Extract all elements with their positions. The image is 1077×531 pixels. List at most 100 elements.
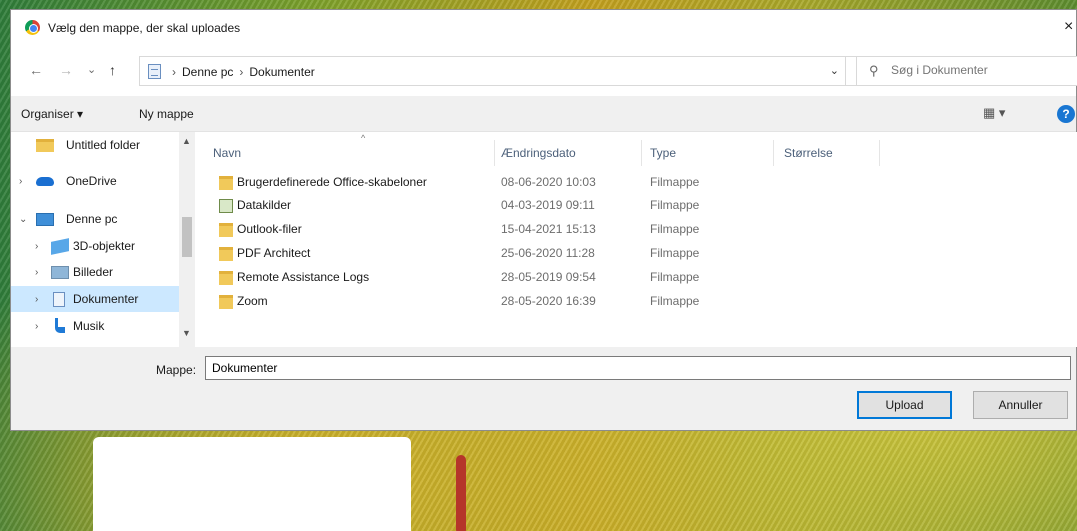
file-name: Remote Assistance Logs	[237, 270, 370, 284]
file-type: Filmappe	[650, 270, 700, 284]
file-date: 28-05-2019 09:54	[501, 270, 596, 284]
column-header-date[interactable]: Ændringsdato	[501, 146, 576, 160]
nav-item-label: Denne pc	[66, 212, 118, 226]
nav-item-pictures[interactable]: › Billeder	[11, 259, 179, 285]
file-name: Brugerdefinerede Office-skabeloner	[237, 175, 427, 189]
file-row[interactable]: Brugerdefinerede Office-skabeloner 08-06…	[195, 173, 895, 197]
expand-chevron-icon[interactable]: ›	[19, 176, 22, 187]
column-header-size[interactable]: Størrelse	[784, 146, 833, 160]
folder-icon	[219, 223, 233, 237]
up-arrow-icon[interactable]: ↑	[109, 62, 116, 78]
nav-pane-scrollbar[interactable]: ▲ ▼	[179, 132, 195, 347]
expand-chevron-icon[interactable]: ›	[35, 241, 38, 252]
file-name: Datakilder	[237, 198, 292, 212]
file-date: 15-04-2021 15:13	[501, 222, 596, 236]
expand-chevron-icon[interactable]: ›	[35, 267, 38, 278]
folder-picker-dialog: Vælg den mappe, der skal uploades × ← → …	[10, 9, 1077, 431]
documents-icon	[53, 292, 65, 307]
scroll-down-arrow-icon[interactable]: ▼	[182, 328, 191, 338]
computer-icon	[36, 213, 54, 226]
file-row[interactable]: PDF Architect 25-06-2020 11:28 Filmappe	[195, 244, 895, 268]
folder-icon	[219, 295, 233, 309]
nav-item-documents[interactable]: › Dokumenter	[11, 286, 179, 312]
column-divider[interactable]	[773, 140, 774, 166]
file-type: Filmappe	[650, 294, 700, 308]
nav-item-label: Dokumenter	[73, 292, 139, 306]
3d-objects-icon	[51, 238, 69, 255]
data-sources-icon	[219, 199, 233, 213]
onedrive-icon	[36, 177, 54, 186]
breadcrumb-item-this-pc[interactable]: Denne pc	[182, 65, 233, 79]
new-folder-button[interactable]: Ny mappe	[139, 107, 194, 121]
nav-item-onedrive[interactable]: › OneDrive	[11, 168, 179, 194]
background-card	[93, 437, 411, 531]
scroll-up-arrow-icon[interactable]: ▲	[182, 136, 191, 146]
address-bar[interactable]: › Denne pc › Dokumenter ⌄	[139, 56, 846, 86]
file-row[interactable]: Zoom 28-05-2020 16:39 Filmappe	[195, 292, 895, 316]
search-input[interactable]	[891, 63, 1071, 77]
address-dropdown-chevron-icon[interactable]: ⌄	[830, 64, 839, 77]
search-box[interactable]: ⚲	[856, 56, 1077, 86]
folder-icon	[219, 271, 233, 285]
breadcrumb-separator: ›	[239, 65, 244, 79]
nav-item-label: Musik	[73, 319, 105, 333]
upload-button[interactable]: Upload	[857, 391, 952, 419]
folder-icon	[219, 247, 233, 261]
nav-item-label: Billeder	[73, 265, 114, 279]
forward-arrow-icon[interactable]: →	[59, 62, 73, 78]
background-accent-bar	[456, 455, 466, 531]
column-header-name[interactable]: Navn	[213, 146, 241, 160]
address-row: ← → ⌄ ↑ › Denne pc › Dokumenter ⌄ ↻ ⚲	[11, 46, 1077, 96]
column-header-type[interactable]: Type	[650, 146, 676, 160]
folder-label: Mappe:	[156, 363, 197, 377]
back-arrow-icon[interactable]: ←	[29, 62, 43, 78]
folder-name-input[interactable]	[205, 356, 1071, 380]
file-name: PDF Architect	[237, 246, 311, 260]
view-options-icon[interactable]: ▦ ▾	[983, 105, 1005, 121]
cancel-button[interactable]: Annuller	[973, 391, 1068, 419]
breadcrumb-item-documents[interactable]: Dokumenter	[249, 65, 314, 79]
close-icon[interactable]: ×	[1064, 18, 1076, 36]
file-type: Filmappe	[650, 175, 700, 189]
music-icon	[55, 318, 65, 333]
command-bar: Organiser ▾ Ny mappe ▦ ▾ ?	[11, 96, 1076, 132]
help-icon[interactable]: ?	[1057, 105, 1075, 123]
nav-item-label: Untitled folder	[66, 138, 141, 152]
title-bar: Vælg den mappe, der skal uploades ×	[11, 10, 1076, 46]
scrollbar-thumb[interactable]	[182, 217, 192, 257]
expand-chevron-icon[interactable]: ›	[35, 294, 38, 305]
file-row[interactable]: Datakilder 04-03-2019 09:11 Filmappe	[195, 196, 895, 220]
nav-item-label: 3D-objekter	[73, 239, 136, 253]
column-divider[interactable]	[494, 140, 495, 166]
documents-icon	[148, 64, 161, 79]
file-name: Zoom	[237, 294, 268, 308]
column-divider[interactable]	[879, 140, 880, 166]
file-row[interactable]: Outlook-filer 15-04-2021 15:13 Filmappe	[195, 220, 895, 244]
file-list: ^ Navn Ændringsdato Type Størrelse Bruge…	[195, 132, 1077, 347]
file-row[interactable]: Remote Assistance Logs 28-05-2019 09:54 …	[195, 268, 895, 292]
file-date: 25-06-2020 11:28	[501, 246, 595, 260]
nav-item-untitled-folder[interactable]: Untitled folder	[11, 132, 179, 158]
file-type: Filmappe	[650, 198, 700, 212]
column-divider[interactable]	[641, 140, 642, 166]
organise-button[interactable]: Organiser ▾	[21, 107, 83, 121]
file-type: Filmappe	[650, 246, 700, 260]
expand-chevron-icon[interactable]: ›	[35, 321, 38, 332]
nav-item-3d-objects[interactable]: › 3D-objekter	[11, 233, 179, 259]
folder-icon	[219, 176, 233, 190]
nav-item-this-pc[interactable]: ⌄ Denne pc	[11, 206, 179, 232]
folder-icon	[36, 139, 54, 152]
nav-item-label: OneDrive	[66, 174, 117, 188]
collapse-chevron-icon[interactable]: ⌄	[19, 214, 27, 225]
file-name: Outlook-filer	[237, 222, 302, 236]
recent-locations-chevron-icon[interactable]: ⌄	[87, 63, 96, 76]
file-type: Filmappe	[650, 222, 700, 236]
file-date: 08-06-2020 10:03	[501, 175, 596, 189]
nav-item-music[interactable]: › Musik	[11, 313, 179, 339]
breadcrumb-separator: ›	[172, 65, 176, 79]
chrome-icon	[25, 20, 40, 35]
sort-ascending-icon: ^	[361, 133, 366, 143]
pictures-icon	[51, 266, 69, 279]
navigation-pane: Untitled folder › OneDrive ⌄ Denne pc › …	[11, 132, 195, 347]
file-date: 28-05-2020 16:39	[501, 294, 596, 308]
